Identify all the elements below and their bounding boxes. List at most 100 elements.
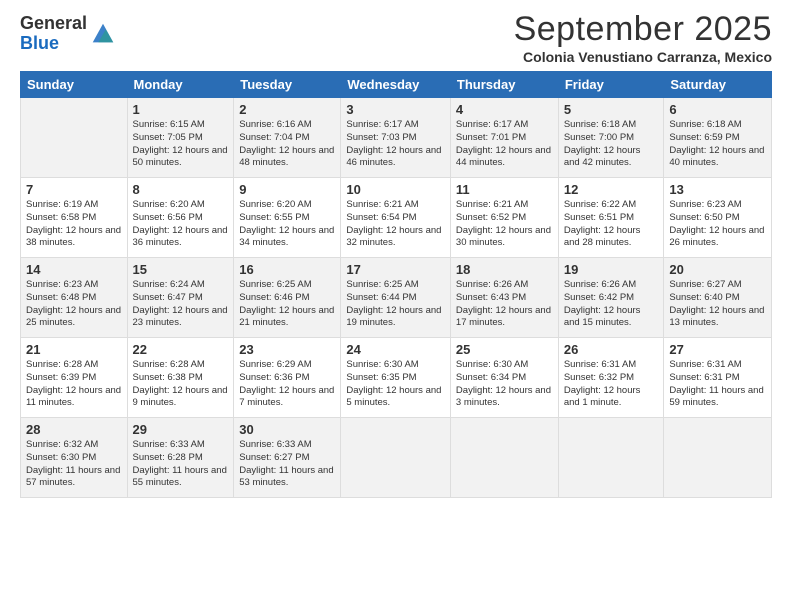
day-number: 18 <box>456 262 553 277</box>
table-cell: 29 Sunrise: 6:33 AM Sunset: 6:28 PM Dayli… <box>127 418 234 498</box>
table-cell: 8 Sunrise: 6:20 AM Sunset: 6:56 PM Daylig… <box>127 178 234 258</box>
day-number: 11 <box>456 182 553 197</box>
table-cell: 20 Sunrise: 6:27 AM Sunset: 6:40 PM Dayli… <box>664 258 772 338</box>
day-info: Sunrise: 6:15 AM Sunset: 7:05 PM Dayligh… <box>133 119 229 170</box>
table-cell: 9 Sunrise: 6:20 AM Sunset: 6:55 PM Daylig… <box>234 178 341 258</box>
day-number: 25 <box>456 342 553 357</box>
calendar-table: Sunday Monday Tuesday Wednesday Thursday… <box>20 71 772 498</box>
calendar-row: 1 Sunrise: 6:15 AM Sunset: 7:05 PM Daylig… <box>21 98 772 178</box>
calendar-row: 14 Sunrise: 6:23 AM Sunset: 6:48 PM Dayli… <box>21 258 772 338</box>
logo-general: General <box>20 14 87 34</box>
day-info: Sunrise: 6:21 AM Sunset: 6:54 PM Dayligh… <box>346 199 445 250</box>
table-cell: 18 Sunrise: 6:26 AM Sunset: 6:43 PM Dayli… <box>450 258 558 338</box>
table-cell: 30 Sunrise: 6:33 AM Sunset: 6:27 PM Dayli… <box>234 418 341 498</box>
day-number: 27 <box>669 342 766 357</box>
table-cell: 28 Sunrise: 6:32 AM Sunset: 6:30 PM Dayli… <box>21 418 128 498</box>
col-thursday: Thursday <box>450 72 558 98</box>
day-number: 21 <box>26 342 122 357</box>
day-info: Sunrise: 6:16 AM Sunset: 7:04 PM Dayligh… <box>239 119 335 170</box>
day-number: 16 <box>239 262 335 277</box>
table-cell: 27Sunrise: 6:31 AM Sunset: 6:31 PM Dayli… <box>664 338 772 418</box>
day-number: 28 <box>26 422 122 437</box>
table-cell: 23 Sunrise: 6:29 AM Sunset: 6:36 PM Dayli… <box>234 338 341 418</box>
day-number: 17 <box>346 262 445 277</box>
day-info: Sunrise: 6:18 AM Sunset: 6:59 PM Dayligh… <box>669 119 766 170</box>
table-cell: 26 Sunrise: 6:31 AM Sunset: 6:32 PM Dayli… <box>558 338 664 418</box>
day-number: 20 <box>669 262 766 277</box>
day-number: 6 <box>669 102 766 117</box>
calendar-row: 21 Sunrise: 6:28 AM Sunset: 6:39 PM Dayli… <box>21 338 772 418</box>
day-info: Sunrise: 6:17 AM Sunset: 7:01 PM Dayligh… <box>456 119 553 170</box>
day-number: 3 <box>346 102 445 117</box>
day-info: Sunrise: 6:18 AM Sunset: 7:00 PM Dayligh… <box>564 119 659 170</box>
table-cell <box>664 418 772 498</box>
table-cell: 15Sunrise: 6:24 AM Sunset: 6:47 PM Dayli… <box>127 258 234 338</box>
table-cell: 12Sunrise: 6:22 AM Sunset: 6:51 PM Dayli… <box>558 178 664 258</box>
day-info: Sunrise: 6:33 AM Sunset: 6:27 PM Dayligh… <box>239 439 335 490</box>
day-number: 9 <box>239 182 335 197</box>
logo-text: General Blue <box>20 14 87 54</box>
table-cell <box>341 418 451 498</box>
day-number: 14 <box>26 262 122 277</box>
day-number: 1 <box>133 102 229 117</box>
day-info: Sunrise: 6:30 AM Sunset: 6:35 PM Dayligh… <box>346 359 445 410</box>
day-info: Sunrise: 6:28 AM Sunset: 6:38 PM Dayligh… <box>133 359 229 410</box>
logo-blue: Blue <box>20 34 87 54</box>
day-info: Sunrise: 6:31 AM Sunset: 6:32 PM Dayligh… <box>564 359 659 410</box>
header: General Blue September 2025 Colonia Venu… <box>20 10 772 65</box>
day-info: Sunrise: 6:22 AM Sunset: 6:51 PM Dayligh… <box>564 199 659 250</box>
day-number: 19 <box>564 262 659 277</box>
day-number: 13 <box>669 182 766 197</box>
table-cell: 19 Sunrise: 6:26 AM Sunset: 6:42 PM Dayli… <box>558 258 664 338</box>
day-info: Sunrise: 6:17 AM Sunset: 7:03 PM Dayligh… <box>346 119 445 170</box>
col-saturday: Saturday <box>664 72 772 98</box>
table-cell: 17Sunrise: 6:25 AM Sunset: 6:44 PM Dayli… <box>341 258 451 338</box>
month-title: September 2025 <box>514 10 772 49</box>
day-info: Sunrise: 6:30 AM Sunset: 6:34 PM Dayligh… <box>456 359 553 410</box>
day-number: 8 <box>133 182 229 197</box>
table-cell: 13Sunrise: 6:23 AM Sunset: 6:50 PM Dayli… <box>664 178 772 258</box>
day-info: Sunrise: 6:21 AM Sunset: 6:52 PM Dayligh… <box>456 199 553 250</box>
day-info: Sunrise: 6:27 AM Sunset: 6:40 PM Dayligh… <box>669 279 766 330</box>
col-monday: Monday <box>127 72 234 98</box>
table-cell: 10Sunrise: 6:21 AM Sunset: 6:54 PM Dayli… <box>341 178 451 258</box>
title-section: September 2025 Colonia Venustiano Carran… <box>514 10 772 65</box>
table-cell: 7Sunrise: 6:19 AM Sunset: 6:58 PM Daylig… <box>21 178 128 258</box>
table-cell: 14 Sunrise: 6:23 AM Sunset: 6:48 PM Dayli… <box>21 258 128 338</box>
col-friday: Friday <box>558 72 664 98</box>
day-number: 22 <box>133 342 229 357</box>
calendar-row: 28 Sunrise: 6:32 AM Sunset: 6:30 PM Dayli… <box>21 418 772 498</box>
day-number: 26 <box>564 342 659 357</box>
table-cell: 2 Sunrise: 6:16 AM Sunset: 7:04 PM Daylig… <box>234 98 341 178</box>
day-number: 30 <box>239 422 335 437</box>
day-number: 24 <box>346 342 445 357</box>
table-cell: 25 Sunrise: 6:30 AM Sunset: 6:34 PM Dayli… <box>450 338 558 418</box>
table-cell <box>450 418 558 498</box>
col-wednesday: Wednesday <box>341 72 451 98</box>
day-number: 5 <box>564 102 659 117</box>
day-info: Sunrise: 6:23 AM Sunset: 6:48 PM Dayligh… <box>26 279 122 330</box>
day-info: Sunrise: 6:32 AM Sunset: 6:30 PM Dayligh… <box>26 439 122 490</box>
table-cell: 16 Sunrise: 6:25 AM Sunset: 6:46 PM Dayli… <box>234 258 341 338</box>
day-info: Sunrise: 6:20 AM Sunset: 6:55 PM Dayligh… <box>239 199 335 250</box>
day-info: Sunrise: 6:28 AM Sunset: 6:39 PM Dayligh… <box>26 359 122 410</box>
day-number: 4 <box>456 102 553 117</box>
day-info: Sunrise: 6:33 AM Sunset: 6:28 PM Dayligh… <box>133 439 229 490</box>
day-number: 2 <box>239 102 335 117</box>
day-info: Sunrise: 6:26 AM Sunset: 6:43 PM Dayligh… <box>456 279 553 330</box>
table-cell: 4 Sunrise: 6:17 AM Sunset: 7:01 PM Daylig… <box>450 98 558 178</box>
day-info: Sunrise: 6:19 AM Sunset: 6:58 PM Dayligh… <box>26 199 122 250</box>
day-number: 23 <box>239 342 335 357</box>
day-info: Sunrise: 6:25 AM Sunset: 6:46 PM Dayligh… <box>239 279 335 330</box>
day-info: Sunrise: 6:24 AM Sunset: 6:47 PM Dayligh… <box>133 279 229 330</box>
day-number: 29 <box>133 422 229 437</box>
day-info: Sunrise: 6:29 AM Sunset: 6:36 PM Dayligh… <box>239 359 335 410</box>
day-info: Sunrise: 6:20 AM Sunset: 6:56 PM Dayligh… <box>133 199 229 250</box>
table-cell: 3 Sunrise: 6:17 AM Sunset: 7:03 PM Daylig… <box>341 98 451 178</box>
table-cell: 1 Sunrise: 6:15 AM Sunset: 7:05 PM Daylig… <box>127 98 234 178</box>
page: General Blue September 2025 Colonia Venu… <box>0 0 792 612</box>
location: Colonia Venustiano Carranza, Mexico <box>514 49 772 65</box>
table-cell: 5 Sunrise: 6:18 AM Sunset: 7:00 PM Daylig… <box>558 98 664 178</box>
day-info: Sunrise: 6:26 AM Sunset: 6:42 PM Dayligh… <box>564 279 659 330</box>
logo-icon <box>89 20 117 48</box>
